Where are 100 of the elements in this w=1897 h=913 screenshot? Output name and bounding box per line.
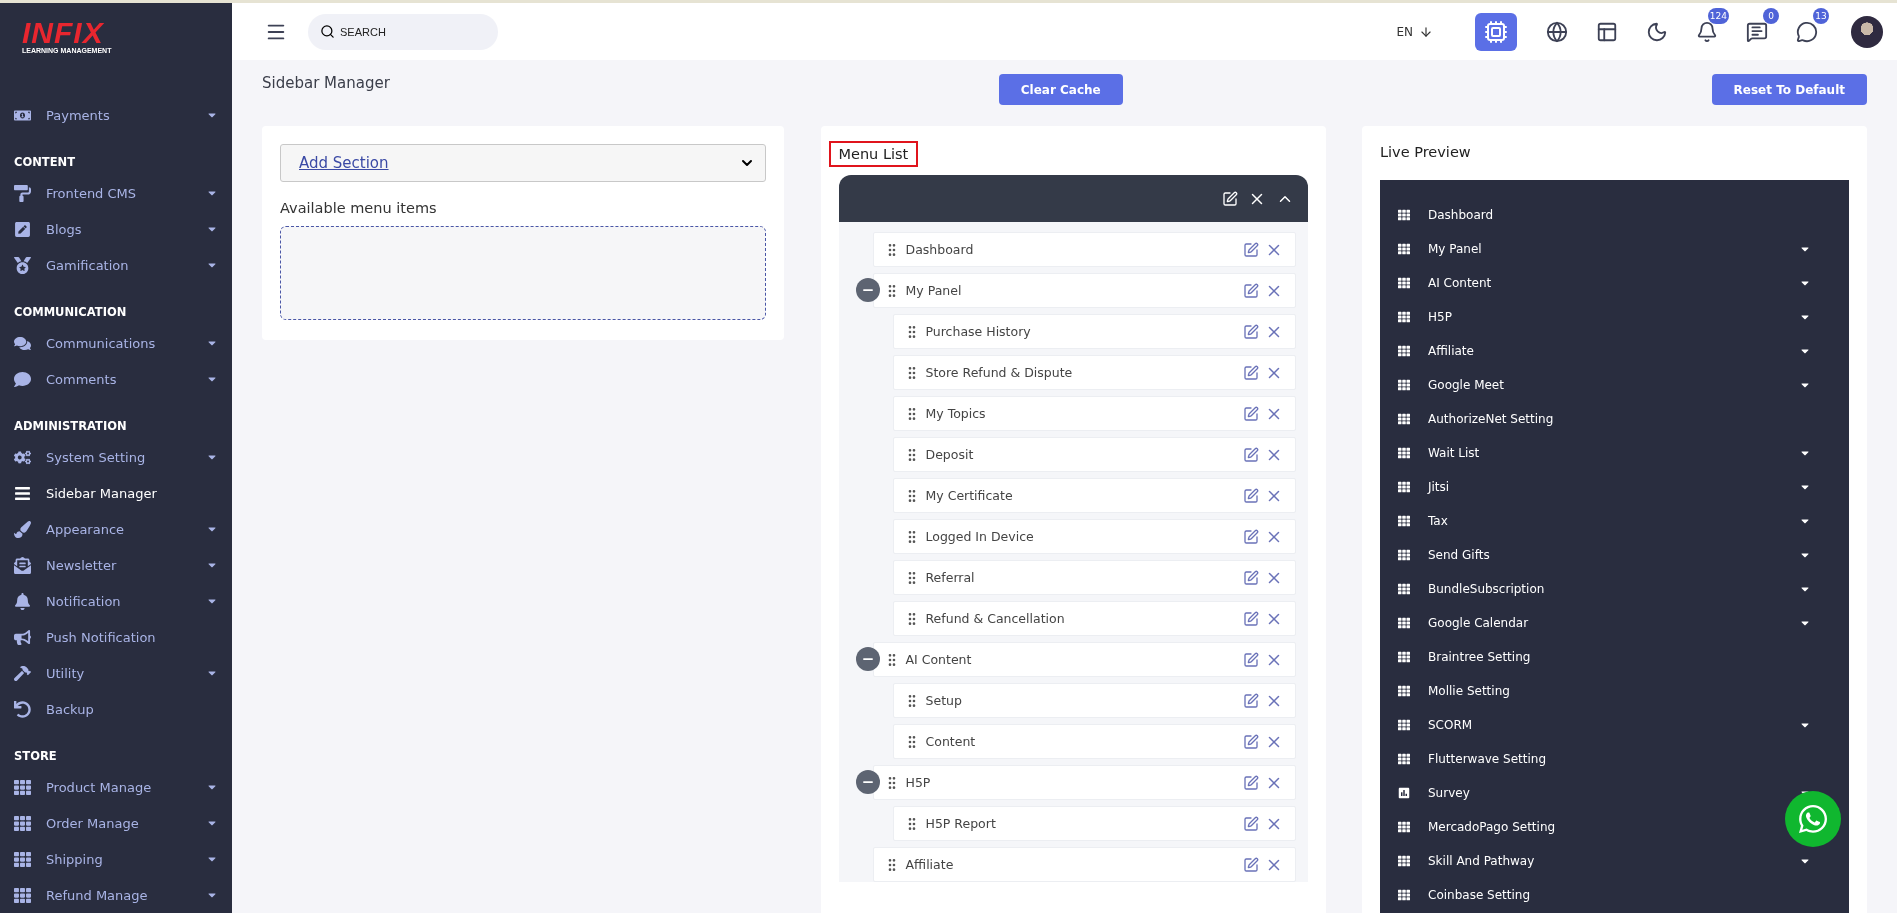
sidebar-item[interactable]: Newsletter — [0, 547, 232, 583]
grid-icon — [1398, 617, 1410, 629]
globe-icon[interactable] — [1546, 20, 1568, 43]
megaphone-icon — [14, 628, 31, 646]
preview-item[interactable]: AuthorizeNet Setting — [1398, 402, 1849, 436]
menu-item-row[interactable]: My Panel — [872, 273, 1296, 308]
sidebar-item[interactable]: Comments — [0, 361, 232, 397]
section-heading: STORE — [13, 748, 58, 765]
menu-item-label: Refund & Cancellation — [925, 611, 1066, 626]
grid-icon — [1398, 243, 1410, 255]
preview-item[interactable]: Skill And Pathway — [1398, 844, 1849, 878]
sidebar-item[interactable]: Payments — [0, 97, 232, 133]
paint-roller-icon — [14, 184, 31, 202]
preview-item[interactable]: Braintree Setting — [1398, 640, 1849, 674]
collapse-button[interactable] — [855, 278, 880, 302]
sidebar-item[interactable]: Communications — [0, 325, 232, 361]
menu-item-row[interactable]: My Certificate — [892, 478, 1296, 513]
preview-item[interactable]: Wait List — [1398, 436, 1849, 470]
menu-icon — [14, 484, 31, 502]
section-title: Menu List — [828, 141, 919, 167]
menu-item-label: Store Refund & Dispute — [925, 365, 1074, 380]
menu-item-row[interactable]: Setup — [892, 683, 1296, 718]
menu-item-row[interactable]: Store Refund & Dispute — [892, 355, 1296, 390]
preview-item[interactable]: Dashboard — [1398, 198, 1849, 232]
section-title: Available menu items — [280, 200, 438, 216]
preview-item[interactable]: Send Gifts — [1398, 538, 1849, 572]
preview-item[interactable]: Flutterwave Setting — [1398, 742, 1849, 776]
preview-item[interactable]: Mollie Setting — [1398, 674, 1849, 708]
grid-icon — [1398, 719, 1410, 731]
message-count: 0 — [1763, 7, 1779, 24]
preview-item[interactable]: AI Content — [1398, 266, 1849, 300]
sidebar-item[interactable]: Push Notification — [0, 619, 232, 655]
menu-item-label: H5P Report — [925, 816, 997, 831]
grid-icon — [1398, 821, 1410, 833]
sidebar-item[interactable]: Backup — [0, 691, 232, 727]
sidebar-item[interactable]: Blogs — [0, 211, 232, 247]
grid-icon — [1398, 583, 1410, 595]
grid-icon — [1398, 855, 1410, 867]
section-select[interactable]: Add Section — [280, 144, 766, 182]
chat-bubble-icon — [14, 370, 31, 388]
menu-item-row[interactable]: Logged In Device — [892, 519, 1296, 554]
search-field[interactable]: SEARCH — [308, 13, 498, 50]
sidebar-item[interactable]: Appearance — [0, 511, 232, 547]
menu-item-label: Affiliate — [905, 857, 955, 872]
preview-item[interactable]: MercadoPago Setting — [1398, 810, 1849, 844]
preview-item[interactable]: H5P — [1398, 300, 1849, 334]
preview-item[interactable]: Google Meet — [1398, 368, 1849, 402]
sidebar-item[interactable]: Notification — [0, 583, 232, 619]
grid-icon — [1398, 447, 1410, 459]
sidebar-item[interactable]: Order Manage — [0, 805, 232, 841]
layout-icon[interactable] — [1596, 20, 1618, 43]
section-heading: ADMINISTRATION — [13, 418, 128, 435]
sidebar-item[interactable]: Gamification — [0, 247, 232, 283]
preview-item[interactable]: Tax — [1398, 504, 1849, 538]
chat-icon[interactable] — [1796, 20, 1818, 43]
preview-item[interactable]: SCORM — [1398, 708, 1849, 742]
section-heading: COMMUNICATION — [13, 304, 128, 321]
message-icon[interactable] — [1746, 20, 1768, 43]
sidebar-item[interactable]: System Setting — [0, 439, 232, 475]
menu-item-row[interactable]: Dashboard — [872, 232, 1296, 267]
collapse-button[interactable] — [855, 770, 880, 794]
menu-item-row[interactable]: My Topics — [892, 396, 1296, 431]
sidebar-item[interactable]: Frontend CMS — [0, 175, 232, 211]
menu-item-row[interactable]: Purchase History — [892, 314, 1296, 349]
preview-item[interactable]: Coinbase Setting — [1398, 878, 1849, 912]
clear-cache-button[interactable]: Clear Cache — [998, 74, 1123, 105]
avatar[interactable] — [1851, 15, 1883, 48]
collapse-button[interactable] — [855, 647, 880, 671]
preview-item[interactable]: Google Calendar — [1398, 606, 1849, 640]
reset-button[interactable]: Reset To Default — [1711, 74, 1867, 105]
menu-item-row[interactable]: H5P — [872, 765, 1296, 800]
sidebar-item[interactable]: Sidebar Manager — [0, 475, 232, 511]
preview-item[interactable]: Affiliate — [1398, 334, 1849, 368]
menu-item-row[interactable]: Content — [892, 724, 1296, 759]
grid-icon — [14, 778, 31, 796]
menu-item-row[interactable]: Affiliate — [872, 847, 1296, 882]
arrow-down-icon — [1419, 24, 1433, 39]
menu-item-label: Purchase History — [925, 324, 1032, 339]
grid-icon — [1398, 549, 1410, 561]
menu-item-row[interactable]: Refund & Cancellation — [892, 601, 1296, 636]
menu-item-row[interactable]: Deposit — [892, 437, 1296, 472]
menu-item-row[interactable]: AI Content — [872, 642, 1296, 677]
sidebar-item[interactable]: Utility — [0, 655, 232, 691]
ai-chip-button[interactable] — [1475, 12, 1517, 51]
preview-item[interactable]: My Panel — [1398, 232, 1849, 266]
language-selector[interactable]: EN — [1396, 24, 1433, 39]
preview-item[interactable]: BundleSubscription — [1398, 572, 1849, 606]
preview-item[interactable]: Jitsi — [1398, 470, 1849, 504]
envelope-icon — [14, 556, 31, 574]
phone-bubble-icon — [1797, 803, 1829, 835]
bell-icon — [14, 592, 31, 610]
sidebar-item[interactable]: Refund Manage — [0, 877, 232, 913]
bell-icon[interactable] — [1696, 20, 1718, 43]
menu-item-row[interactable]: Referral — [892, 560, 1296, 595]
moon-icon[interactable] — [1646, 20, 1668, 43]
sidebar-item[interactable]: Product Manage — [0, 769, 232, 805]
menu-item-label: AI Content — [905, 652, 973, 667]
sidebar-item[interactable]: Shipping — [0, 841, 232, 877]
menu-item-row[interactable]: H5P Report — [892, 806, 1296, 841]
grid-icon — [1398, 413, 1410, 425]
